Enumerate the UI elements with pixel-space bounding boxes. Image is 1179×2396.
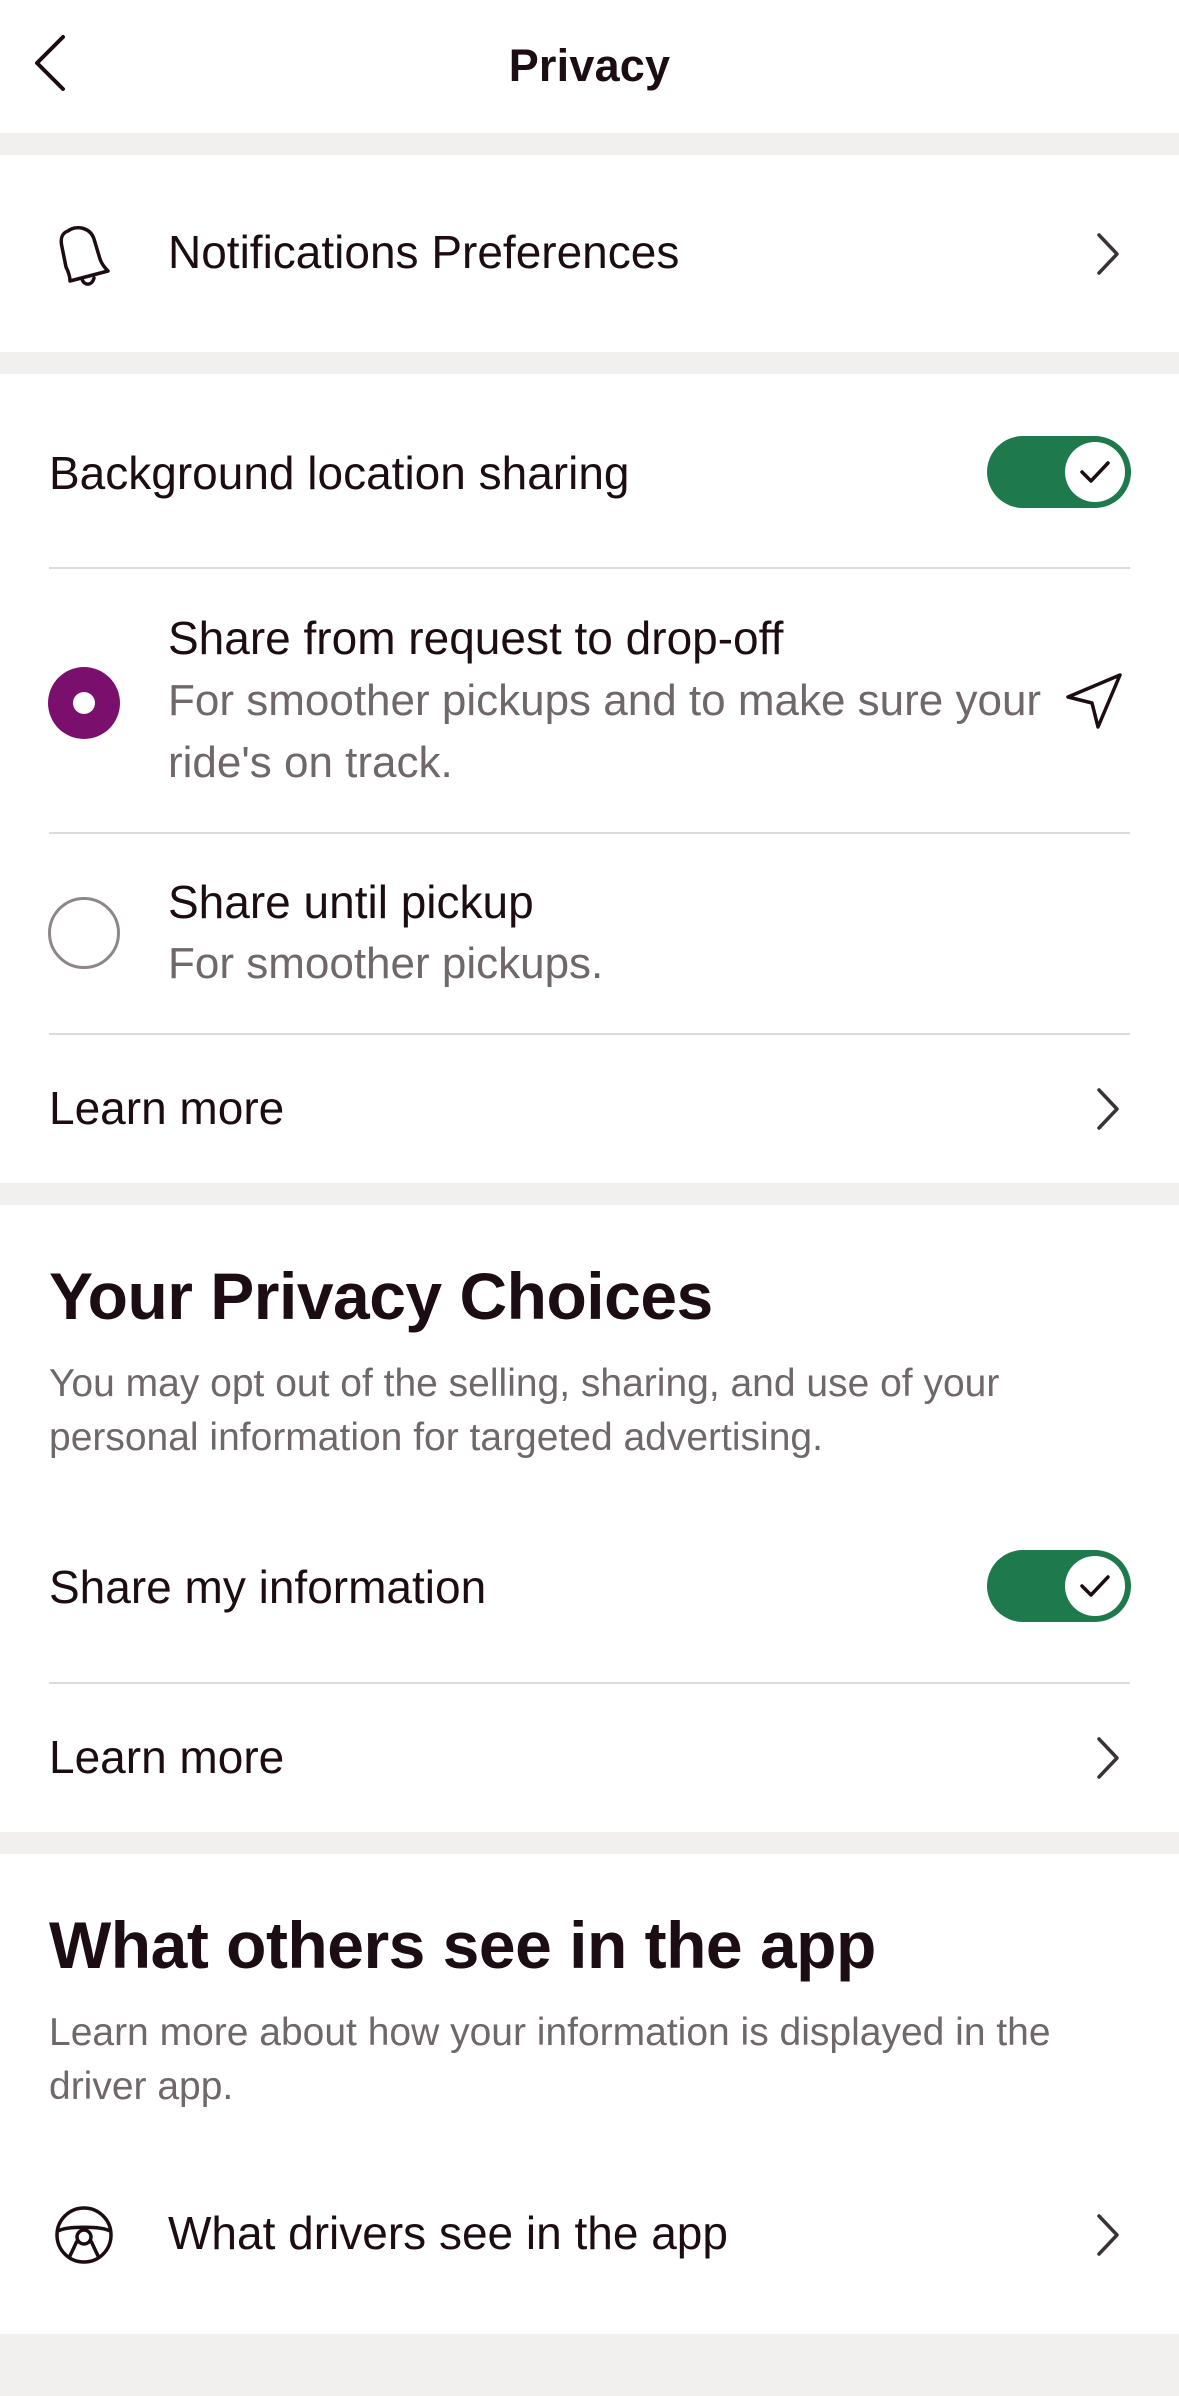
radio-selected[interactable] [48, 667, 120, 739]
share-request-to-dropoff-option[interactable]: Share from request to drop-off For smoot… [0, 569, 1179, 832]
what-drivers-see-label: What drivers see in the app [168, 2207, 728, 2259]
page-title: Privacy [508, 40, 671, 91]
option-subtitle: For smoother pickups and to make sure yo… [168, 676, 1042, 787]
checkmark-icon [1080, 461, 1110, 483]
chevron-right-icon [1088, 1730, 1128, 1786]
privacy-choices-heading: Your Privacy Choices [49, 1259, 713, 1333]
notifications-label: Notifications Preferences [168, 226, 680, 278]
learn-more-label: Learn more [49, 1731, 285, 1783]
option-title: Share from request to drop-off [168, 612, 784, 664]
privacy-choices-description: You may opt out of the selling, sharing,… [49, 1362, 1000, 1459]
location-learn-more-row[interactable]: Learn more [0, 1035, 1179, 1183]
section-separator [0, 352, 1179, 374]
option-subtitle: For smoother pickups. [168, 939, 604, 988]
privacy-screen: Privacy Notifications Preferences Backgr… [0, 0, 1179, 2396]
bell-icon [59, 225, 110, 286]
privacy-learn-more-row[interactable]: Learn more [0, 1684, 1179, 1832]
section-separator [0, 1183, 1179, 1205]
share-my-information-label: Share my information [49, 1561, 487, 1613]
share-my-information-toggle[interactable] [987, 1550, 1131, 1622]
share-until-pickup-option[interactable]: Share until pickup For smoother pickups. [0, 834, 1179, 1033]
section-separator [0, 2334, 1179, 2396]
others-see-heading: What others see in the app [49, 1908, 876, 1982]
background-location-toggle[interactable] [987, 436, 1131, 508]
section-separator [0, 1832, 1179, 1854]
checkmark-icon [1080, 1575, 1110, 1597]
section-separator [0, 133, 1179, 155]
chevron-right-icon [1088, 2207, 1128, 2263]
header: Privacy [0, 0, 1179, 133]
learn-more-label: Learn more [49, 1082, 285, 1134]
what-drivers-see-row[interactable]: What drivers see in the app [0, 2172, 1179, 2296]
chevron-right-icon [1088, 226, 1128, 282]
background-location-label: Background location sharing [49, 447, 630, 499]
chevron-right-icon [1088, 1081, 1128, 1137]
option-title: Share until pickup [168, 876, 534, 928]
navigation-arrow-icon [1066, 673, 1122, 729]
radio-unselected[interactable] [48, 897, 120, 969]
steering-wheel-icon [55, 2206, 113, 2264]
notifications-preferences-row[interactable]: Notifications Preferences [0, 155, 1179, 352]
others-see-description: Learn more about how your information is… [49, 2011, 1051, 2108]
